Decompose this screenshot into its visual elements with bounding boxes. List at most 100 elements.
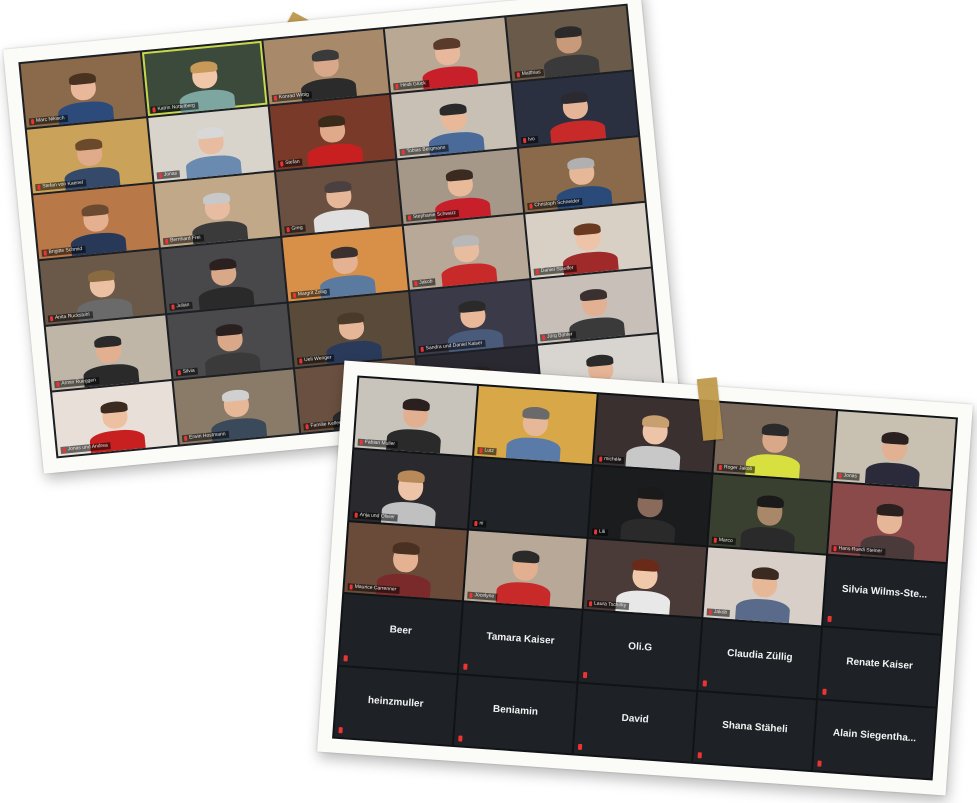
muted-mic-icon <box>582 671 588 678</box>
participant-name: Anja und Olivier <box>359 511 396 521</box>
muted-mic-icon <box>697 752 702 759</box>
participant-name: Claudia Züllig <box>726 647 793 664</box>
muted-mic-icon <box>833 545 837 552</box>
participant-name-tag: Jonas <box>836 472 861 482</box>
muted-mic-icon <box>458 735 463 742</box>
participant-video-tile: Matthias <box>506 5 632 81</box>
participant-video-tile: Ueli Wenger <box>288 291 415 368</box>
participant-video-tile: Heidi Glück <box>384 17 511 93</box>
muted-mic-icon <box>49 316 54 322</box>
participant-camera-off-tile: Alain Siegentha... <box>813 699 936 779</box>
participant-name-tag: Stefan von Kaenel <box>35 179 87 192</box>
participant-name-tag: Katrin Nottelberg <box>150 102 199 114</box>
participant-figure <box>310 178 370 233</box>
muted-mic-icon <box>171 304 175 310</box>
participant-video-tile: Anja und Olivier <box>349 449 472 529</box>
participant-figure <box>303 112 364 167</box>
participant-figure <box>195 255 255 311</box>
muted-mic-icon <box>414 281 418 287</box>
muted-mic-icon <box>588 601 593 607</box>
participant-name-tag: Julian <box>169 301 193 311</box>
muted-mic-icon <box>349 584 353 590</box>
participant-camera-off-tile: David <box>573 683 697 762</box>
participant-video-tile: ni <box>469 458 592 537</box>
participant-video-tile: Stefan von Kaenel <box>26 118 153 194</box>
participant-video-tile: Marc Nikisch <box>20 52 147 128</box>
muted-mic-icon <box>152 107 156 113</box>
participant-name: Shana Stäheli <box>721 720 788 736</box>
participant-name: Jocelyne <box>474 592 495 600</box>
participant-name-tag: Stephanie Schwarz <box>405 209 460 222</box>
participant-figure <box>201 321 261 376</box>
participant-name: Roger Jakob <box>723 464 753 473</box>
participant-figure <box>864 429 923 488</box>
muted-mic-icon <box>522 137 527 144</box>
participant-video-tile: Lutz <box>474 385 597 465</box>
participant-name-tag: Christoph Schneider <box>527 197 583 211</box>
participant-name-tag: Roger Jakob <box>716 464 756 474</box>
participant-name-tag: Tobias Bergmann <box>399 144 449 157</box>
participant-name-tag: Matthias <box>514 68 544 79</box>
participant-video-tile: Katrin Nottelberg <box>141 40 268 117</box>
participant-name: Matthias <box>521 69 541 78</box>
muted-mic-icon <box>463 663 468 670</box>
participant-figure <box>437 232 498 287</box>
participant-video-tile: Jakob <box>403 214 530 290</box>
participant-name-tag: Jocelyne <box>467 591 498 601</box>
muted-mic-icon <box>292 292 297 298</box>
participant-video-tile: Silvia <box>167 303 293 379</box>
participant-name: Ivo <box>527 136 536 143</box>
participant-name: Marco <box>718 536 733 544</box>
participant-video-tile: Hans-Ruedi Steiner <box>828 483 951 562</box>
muted-mic-icon <box>62 447 66 453</box>
muted-mic-icon <box>529 203 533 209</box>
participant-name-tag: Jonas und Andrea <box>60 442 112 454</box>
participant-name: Alain Siegentha... <box>832 727 917 745</box>
participant-name: michèle <box>603 456 622 464</box>
participant-name-tag: Silvia <box>175 367 199 377</box>
participant-camera-off-tile: Beniamin <box>453 674 577 754</box>
muted-mic-icon <box>273 95 278 101</box>
participant-video-tile: Lili <box>588 466 712 546</box>
muted-mic-icon <box>713 537 717 543</box>
muted-mic-icon <box>535 269 540 275</box>
participant-camera-off-tile: Silvia Wilms-Ste... <box>823 555 946 634</box>
muted-mic-icon <box>401 149 405 155</box>
participant-figure <box>182 124 242 179</box>
muted-mic-icon <box>30 119 35 125</box>
participant-name-tag: Greg <box>284 224 307 234</box>
muted-mic-icon <box>822 688 827 695</box>
participant-camera-off-tile: Tamara Kaiser <box>458 602 582 682</box>
muted-mic-icon <box>177 370 182 376</box>
participant-camera-off-tile: Claudia Züllig <box>698 619 821 698</box>
participant-video-tile: Jonas <box>833 411 956 490</box>
muted-mic-icon <box>305 424 309 430</box>
participant-name: Jakob <box>713 609 728 616</box>
participant-video-tile: Ivo <box>512 71 639 147</box>
participant-video-tile: Anita Ruckstuhl <box>39 249 166 325</box>
participant-name: Julian <box>176 301 190 310</box>
participant-name-tag: Stefan <box>277 158 304 168</box>
muted-mic-icon <box>598 456 603 463</box>
participant-video-tile: Erwin Hostmann <box>173 369 300 445</box>
muted-mic-icon <box>299 358 303 364</box>
participant-video-tile: Stephanie Schwarz <box>397 148 524 225</box>
participant-figure <box>505 404 564 463</box>
participant-camera-off-tile: Beer <box>339 594 462 673</box>
muted-mic-icon <box>577 743 583 751</box>
participant-video-tile: Stefan <box>269 94 396 171</box>
participant-video-tile: Konrad Wittig <box>263 29 389 105</box>
participant-name: Laura Tschirky <box>593 600 627 609</box>
muted-mic-icon <box>838 473 842 479</box>
muted-mic-icon <box>817 760 822 767</box>
participant-name-tag: Erwin Hostmann <box>181 430 229 443</box>
participant-name: Silvia Wilms-Ste... <box>841 583 928 601</box>
participant-camera-off-tile: Renate Kaiser <box>818 627 941 707</box>
participant-name-tag: ni <box>472 519 487 528</box>
participant-name: Jonas <box>843 473 858 480</box>
muted-mic-icon <box>359 440 363 446</box>
participant-name-tag: Jonas <box>156 170 181 180</box>
muted-mic-icon <box>338 727 343 734</box>
participant-video-tile: Julian <box>160 237 287 314</box>
participant-name: Jonas <box>163 170 178 178</box>
